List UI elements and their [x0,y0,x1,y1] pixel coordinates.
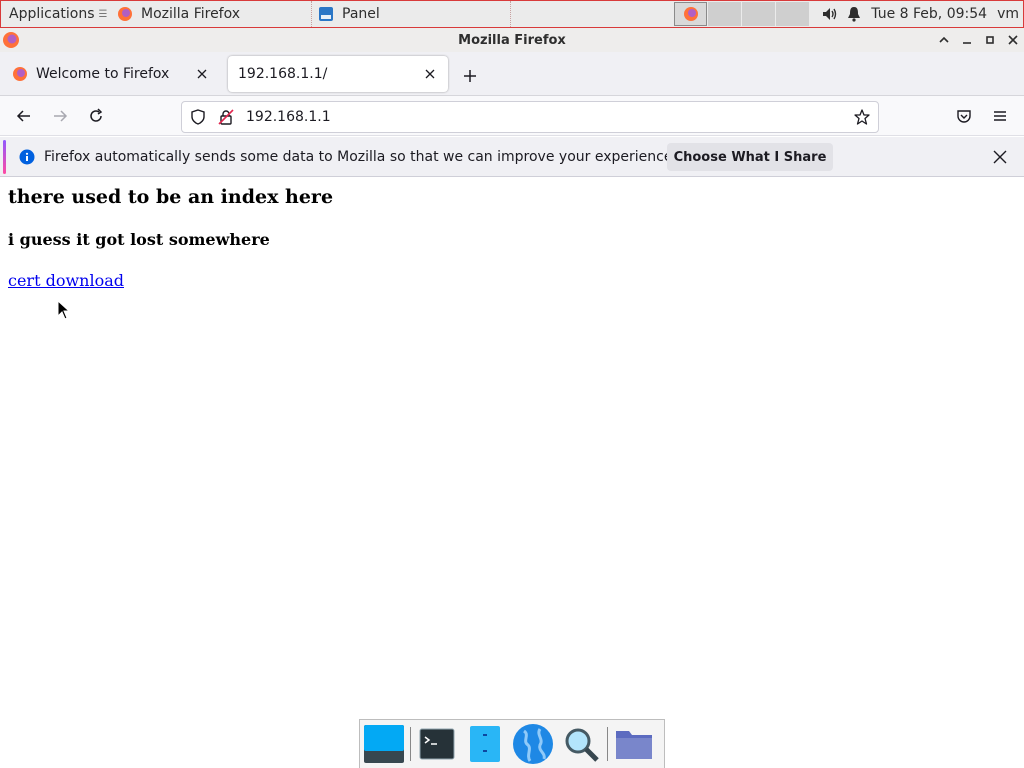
reload-button[interactable] [84,104,108,128]
notification-close-button[interactable] [990,147,1010,167]
tab-label: Welcome to Firefox [36,66,170,82]
taskbar-item-label: Mozilla Firefox [141,6,241,22]
pocket-button[interactable] [952,104,976,128]
workspace-4[interactable] [776,2,810,26]
back-arrow-icon [16,110,30,122]
notification-accent [3,140,6,174]
taskbar-item-panel[interactable]: Panel [311,1,511,27]
dock-search[interactable] [559,722,603,766]
back-button[interactable] [12,104,36,128]
workspace-1[interactable] [674,2,708,26]
maximize-button[interactable] [981,31,999,49]
taskbar-item-label: Panel [342,6,380,22]
app-menu-button[interactable] [988,104,1012,128]
tab-close-button[interactable] [422,66,438,82]
site-security-button[interactable] [214,105,238,129]
window-titlebar[interactable]: Mozilla Firefox [0,28,1024,52]
firefox-icon [3,32,19,48]
window-title: Mozilla Firefox [458,32,566,48]
terminal-icon [419,728,455,760]
firefox-icon [683,7,698,21]
plus-icon [464,70,476,82]
folder-icon [616,731,652,759]
dock-folder[interactable] [612,722,656,766]
user-label[interactable]: vm [997,6,1019,22]
desktop-icon [364,725,404,763]
page-content: there used to be an index here i guess i… [0,178,1024,768]
dock [359,719,665,768]
web-browser-icon [513,724,553,764]
cert-download-link[interactable]: cert download [8,271,124,290]
forward-arrow-icon [54,110,68,122]
hamburger-menu-icon [994,111,1006,121]
url-bar[interactable]: 192.168.1.1 [181,101,879,133]
maximize-icon [986,36,994,44]
info-icon [18,148,36,166]
data-collection-notification: Firefox automatically sends some data to… [0,137,1024,177]
bookmark-star-button[interactable] [850,105,874,129]
tab-close-button[interactable] [194,66,210,82]
choose-what-i-share-button[interactable]: Choose What I Share [667,143,833,171]
dock-file-manager[interactable] [463,722,507,766]
dock-web-browser[interactable] [511,722,555,766]
dock-terminal[interactable] [415,722,459,766]
clock[interactable]: Tue 8 Feb, 09:54 [871,6,987,22]
dock-separator [607,727,608,761]
tab-label: 192.168.1.1/ [238,66,328,82]
workspace-3[interactable] [742,2,776,26]
forward-button[interactable] [48,104,72,128]
dock-show-desktop[interactable] [362,722,406,766]
minimize-button[interactable] [958,31,976,49]
url-text[interactable]: 192.168.1.1 [246,109,850,125]
notification-message: Firefox automatically sends some data to… [44,148,677,165]
navigation-toolbar: 192.168.1.1 [0,96,1024,136]
chevron-up-icon [939,36,949,43]
reload-icon [90,108,103,122]
firefox-icon [118,7,132,21]
tab-welcome[interactable]: Welcome to Firefox [2,56,220,92]
close-window-button[interactable] [1004,31,1022,49]
page-heading: there used to be an index here [8,186,334,208]
applications-menu-glyph: ☰ [98,8,108,20]
workspace-2[interactable] [708,2,742,26]
tab-strip: Welcome to Firefox 192.168.1.1/ [0,52,1024,96]
dock-separator [410,727,411,761]
volume-icon[interactable] [821,6,837,22]
shade-button[interactable] [935,31,953,49]
applications-menu-button[interactable]: Applications ☰ [1,1,111,27]
new-tab-button[interactable] [458,64,482,88]
insecure-lock-icon [218,109,234,125]
top-panel: Applications ☰ Mozilla Firefox Panel Tue… [0,0,1024,28]
tracking-protection-button[interactable] [186,105,210,129]
close-icon [425,69,435,79]
search-icon [565,728,599,762]
star-icon [854,109,870,125]
taskbar-item-firefox[interactable]: Mozilla Firefox [111,1,311,27]
shield-icon [191,109,205,125]
panel-icon [319,7,333,21]
mouse-cursor-icon [57,300,71,320]
file-manager-icon [470,726,500,762]
close-icon [1008,35,1018,45]
minimize-icon [963,42,971,44]
firefox-icon [13,67,27,81]
close-icon [197,69,207,79]
page-subheading: i guess it got lost somewhere [8,230,270,249]
applications-label: Applications [9,6,95,22]
close-icon [993,150,1007,164]
tab-192-168-1-1[interactable]: 192.168.1.1/ [228,56,448,92]
notification-bell-icon[interactable] [847,6,861,22]
pocket-icon [957,110,971,123]
